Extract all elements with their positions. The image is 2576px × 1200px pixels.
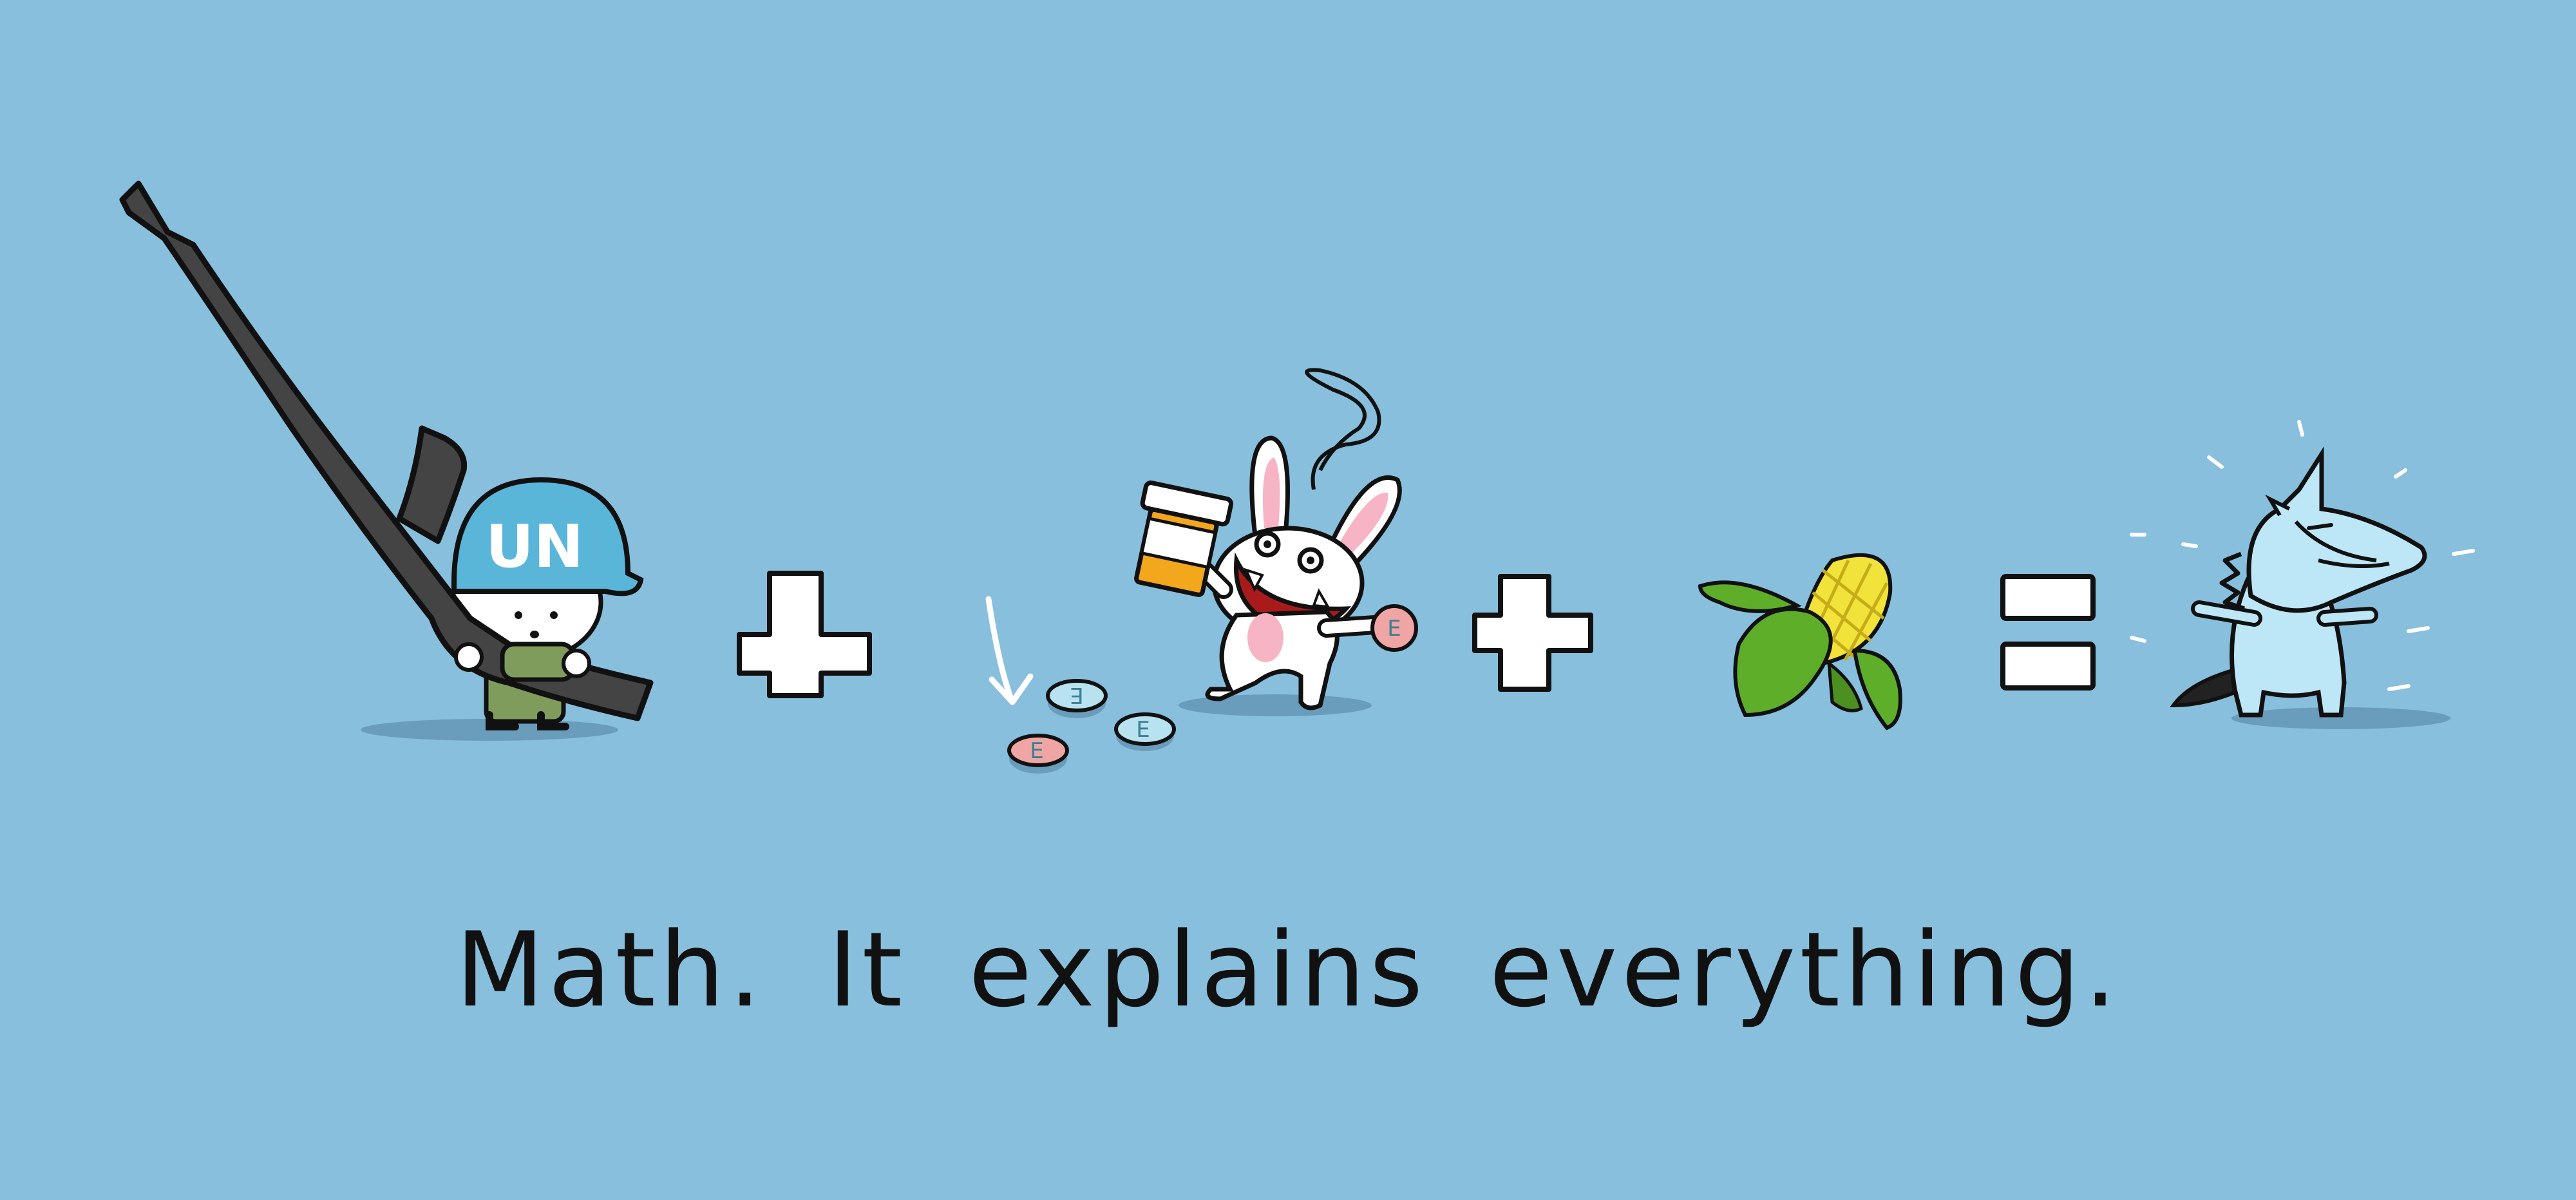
unicorn <box>2130 420 2475 729</box>
helmet-label: UN <box>486 512 583 581</box>
caption-text: Math. It explains everything. <box>455 910 2121 1030</box>
plus-sign-2 <box>1472 574 1593 692</box>
dizzy-spiral <box>1305 368 1381 490</box>
svg-text:E: E <box>1136 717 1150 743</box>
corn-husk <box>1733 607 1833 718</box>
corn-cob <box>1698 553 1902 730</box>
dancing-rabbit: E <box>1134 368 1418 716</box>
un-soldier-figure: UN <box>119 180 654 741</box>
svg-text:E: E <box>1030 738 1043 764</box>
svg-text:E: E <box>1070 682 1083 708</box>
plus-sign-1 <box>737 571 872 698</box>
svg-text:E: E <box>1387 616 1401 642</box>
ecstasy-pills: E E E <box>985 596 1176 774</box>
unicorn-head <box>2246 446 2427 613</box>
equals-sign <box>2000 574 2096 690</box>
comic-panel: UN E E E E Math. It explains everything. <box>0 0 2576 1200</box>
rifle-magazine <box>396 425 468 544</box>
